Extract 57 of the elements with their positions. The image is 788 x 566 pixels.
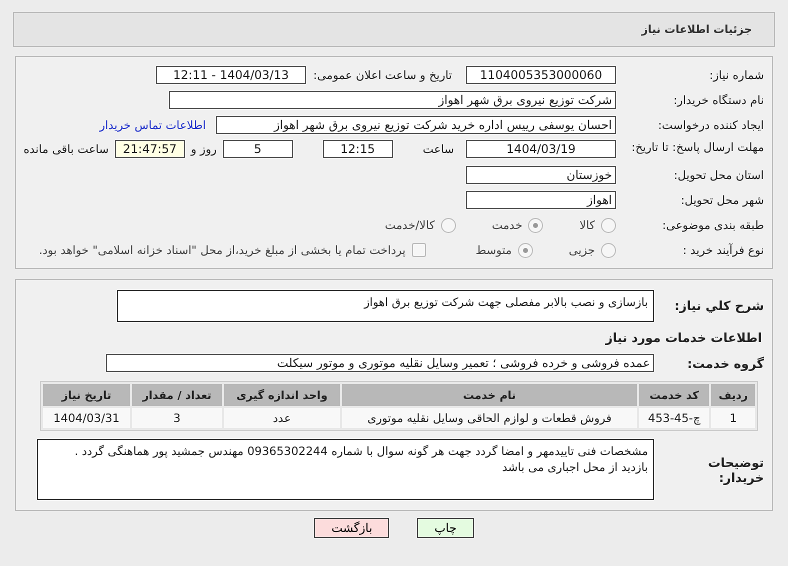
table-cell: 1	[711, 408, 755, 428]
field-label: طبقه بندی موضوعی:	[661, 218, 764, 232]
print-button[interactable]: چاپ	[417, 518, 474, 538]
field-label: ساعت	[422, 142, 454, 156]
need-number-field: 1104005353000060	[466, 66, 616, 84]
radio-button[interactable]	[528, 218, 544, 232]
column-header: واحد اندازه گیری	[224, 384, 340, 406]
column-header: تعداد / مقدار	[132, 384, 222, 406]
checkbox[interactable]	[412, 243, 426, 257]
radio-label: کالا	[579, 218, 595, 232]
field-label: تاریخ و ساعت اعلان عمومی:	[312, 68, 452, 82]
days-field: 5	[222, 140, 293, 158]
radio-button[interactable]	[601, 242, 616, 258]
radio-label: جزیی	[568, 243, 595, 257]
section-title: اطلاعات خدمات مورد نیاز	[604, 330, 763, 345]
column-header: تاریخ نیاز	[43, 384, 130, 406]
radio-button[interactable]	[440, 218, 456, 232]
deadline-time-field: 12:15	[322, 140, 393, 158]
deadline-date-field: 1404/03/19	[466, 140, 616, 158]
checkbox-label: پرداخت تمام یا بخشی از مبلغ خرید،از محل "اسناد خزانه اسلامی" خواهد بود.	[38, 243, 406, 257]
field-label: استان محل تحویل:	[672, 168, 764, 182]
radio-button[interactable]	[601, 218, 616, 232]
radio-label: کالا/خدمت	[384, 218, 435, 232]
announce-date-field: 1404/03/13 - 12:11	[156, 66, 306, 84]
field-label: گروه خدمت:	[686, 356, 764, 370]
field-label: نام دستگاه خریدار:	[672, 93, 764, 107]
table-cell: عدد	[224, 408, 340, 428]
field-label: نوع فرآیند خرید :	[682, 243, 764, 257]
buyer-field: شرکت توزیع نیروی برق شهر اهواز	[169, 91, 616, 109]
notes-text-area: مشخصات فنی تاییدمهر و امضا گردد جهت هر گونه سوال با شماره 09365302244 مهندس جمشید پور هماهنگی گردد . بازدید از محل اجباری می باشد	[37, 439, 654, 500]
table-cell: 1404/03/31	[43, 408, 130, 428]
remaining-time-field: 21:47:57	[114, 140, 185, 158]
radio-button[interactable]	[518, 242, 533, 258]
column-header: کد خدمت	[638, 384, 710, 406]
table-cell: چ-45-453	[638, 408, 710, 428]
table-cell: فروش قطعات و لوازم الحاقی وسایل نقلیه موتوری	[342, 408, 637, 428]
radio-label: متوسط	[476, 243, 512, 257]
field-label: مهلت ارسال پاسخ: تا تاریخ:	[630, 140, 764, 154]
service-group-field: عمده فروشی و خرده فروشی ؛ تعمیر وسایل نقلیه موتوری و موتور سیکلت	[106, 354, 654, 372]
field-label: شماره نیاز:	[708, 68, 764, 82]
column-header: نام خدمت	[342, 384, 637, 406]
page-title: جزئیات اطلاعات نیاز	[13, 12, 775, 47]
field-label: روز و	[190, 142, 217, 156]
radio-label: خدمت	[492, 218, 522, 232]
city-field: اهواز	[466, 191, 616, 209]
field-label: ساعت باقی مانده	[24, 142, 109, 156]
creator-field: احسان یوسفی رییس اداره خرید شرکت توزیع نیروی برق شهر اهواز	[216, 116, 616, 134]
field-label: شهر محل تحویل:	[680, 193, 764, 207]
field-label: توضیحات خریدار:	[707, 454, 764, 484]
field-label: ایجاد کننده درخواست:	[657, 118, 764, 132]
back-button[interactable]: بازگشت	[314, 518, 390, 538]
table-cell: 3	[132, 408, 222, 428]
province-field: خوزستان	[466, 166, 616, 184]
contact-link[interactable]: اطلاعات تماس خریدار	[99, 118, 206, 132]
summary-text-area: بازسازی و نصب بالابر مفصلی جهت شرکت توزیع برق اهواز	[117, 290, 654, 322]
field-label: شرح کلي نیاز:	[674, 298, 764, 313]
column-header: ردیف	[711, 384, 755, 406]
